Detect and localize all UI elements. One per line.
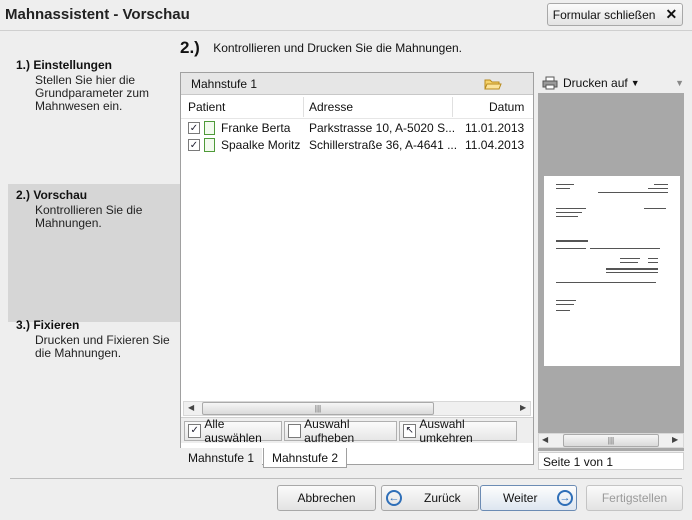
step-title: 1.) Einstellungen [16,58,113,72]
cancel-button[interactable]: Abbrechen [277,485,376,511]
preview-page [544,176,680,366]
arrow-right-icon: → [557,490,573,506]
unchecked-icon [288,424,302,438]
close-icon: ✕ [665,6,678,22]
patient-name: Spaalke Moritz [221,138,301,152]
folder-icon[interactable] [484,77,502,91]
scroll-left-icon[interactable]: ◀ [542,435,548,444]
column-divider [303,97,304,117]
print-to-dropdown[interactable]: Drucken auf ▼ ▼ [542,75,684,91]
step-desc-line: die Mahnungen. [35,346,122,360]
step-vorschau: 2.) Vorschau Kontrollieren Sie die Mahnu… [8,184,180,322]
page-status: Seite 1 von 1 [538,452,684,470]
patient-name: Franke Berta [221,121,291,135]
main-heading: 2.) Kontrollieren und Drucken Sie die Ma… [180,38,462,58]
selection-toolbar: ✓ Alle auswählen Auswahl aufheben ↖ Ausw… [181,417,533,445]
deselect-button[interactable]: Auswahl aufheben [284,417,397,445]
finish-button: Fertigstellen [586,485,683,511]
back-button[interactable]: ← Zurück [381,485,479,511]
group-header-label: Mahnstufe 1 [191,77,258,91]
invert-selection-button[interactable]: ↖ Auswahl umkehren [399,417,517,445]
step-einstellungen: 1.) Einstellungen Stellen Sie hier die G… [8,56,180,115]
deselect-label: Auswahl aufheben [304,417,355,445]
table-row[interactable]: ✓ Spaalke Moritz Schillerstraße 36, A-46… [181,137,533,154]
step-fixieren: 3.) Fixieren Drucken und Fixieren Sie di… [8,316,180,362]
column-divider [452,97,453,117]
step-desc-line: Mahnungen. [35,216,102,230]
column-header-address[interactable]: Adresse [309,96,353,118]
tab-mahnstufe-2[interactable]: Mahnstufe 2 [263,448,347,468]
scroll-right-icon[interactable]: ▶ [520,403,526,412]
column-header-date[interactable]: Datum [489,96,524,118]
select-all-label: Alle auswählen [204,417,262,445]
scrollbar-thumb[interactable]: ||| [202,402,434,415]
instruction-text: Kontrollieren und Drucken Sie die Mahnun… [213,41,463,55]
tab-label: Mahnstufe 2 [271,450,339,465]
document-icon [204,121,215,135]
step-title: 2.) Vorschau [16,188,88,202]
reminder-list-panel: Mahnstufe 1 Patient Adresse Datum ✓ Fran… [180,72,534,465]
tab-mahnstufe-1[interactable]: Mahnstufe 1 [180,448,262,468]
wizard-steps-sidebar: 1.) Einstellungen Stellen Sie hier die G… [8,38,180,470]
title-divider [0,30,692,31]
scroll-right-icon[interactable]: ▶ [672,435,678,444]
list-horizontal-scrollbar[interactable]: ◀ ||| ▶ [183,401,531,416]
tab-label: Mahnstufe 1 [187,451,255,465]
reminder-date: 11.01.2013 [465,121,525,135]
preview-horizontal-scrollbar[interactable]: ◀ ||| ▶ [538,433,684,448]
print-to-label: Drucken auf [563,76,628,90]
finish-label: Fertigstellen [601,491,668,505]
row-checkbox[interactable]: ✓ [188,139,200,151]
next-button[interactable]: Weiter → [480,485,577,511]
group-header: Mahnstufe 1 [181,73,533,95]
close-form-button[interactable]: Formular schließen ✕ [547,3,683,26]
page-status-text: Seite 1 von 1 [543,455,614,469]
cancel-label: Abbrechen [297,491,356,505]
document-icon [204,138,215,152]
chevron-down-icon: ▼ [630,78,640,88]
column-header-patient[interactable]: Patient [188,96,225,118]
select-all-button[interactable]: ✓ Alle auswählen [184,417,282,445]
window-title: Mahnassistent - Vorschau [5,6,190,23]
scroll-left-icon[interactable]: ◀ [188,403,194,412]
checked-icon: ✓ [188,424,202,438]
scrollbar-thumb[interactable]: ||| [563,434,659,447]
footer-divider [10,478,682,479]
invert-selection-label: Auswahl umkehren [419,417,473,445]
collapse-icon[interactable]: ▼ [675,78,684,88]
reminder-date: 11.04.2013 [465,138,525,152]
row-checkbox[interactable]: ✓ [188,122,200,134]
close-form-label: Formular schließen [552,7,656,22]
header-divider [181,118,533,119]
step-title: 3.) Fixieren [16,318,80,332]
invert-icon: ↖ [403,424,417,438]
step-number: 2.) [180,38,200,57]
patient-address: Schillerstraße 36, A-4641 ... [309,138,458,152]
back-label: Zurück [424,491,461,505]
next-label: Weiter [503,491,538,505]
step-desc-line: Mahnwesen ein. [35,99,123,113]
printer-icon [542,76,558,90]
arrow-left-icon: ← [386,490,402,506]
table-row[interactable]: ✓ Franke Berta Parkstrasse 10, A-5020 S.… [181,120,533,137]
patient-address: Parkstrasse 10, A-5020 S... [309,121,456,135]
